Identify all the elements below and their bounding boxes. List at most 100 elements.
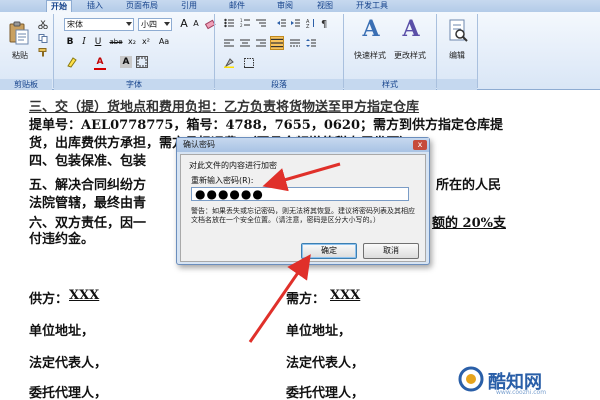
paste-label[interactable]: 粘贴 — [12, 50, 28, 61]
dialog-warning: 警告：如果丢失或忘记密码，则无法将其恢复。建议将密码列表及其相应文档名放在一个安… — [191, 207, 415, 224]
increase-indent-icon[interactable] — [290, 18, 300, 28]
doc-line-5: 五、解决合同纠纷方 — [29, 178, 147, 193]
seller-address-label: 单位地址， — [286, 324, 352, 339]
clipboard-group-label: 剪贴板 — [0, 79, 52, 90]
tab-references[interactable]: 引用 — [176, 0, 202, 12]
shrink-font-button[interactable]: A — [190, 18, 202, 30]
tab-view[interactable]: 视图 — [312, 0, 338, 12]
subscript-button[interactable]: x₂ — [126, 36, 138, 48]
quick-styles-icon: A — [362, 16, 380, 42]
highlighter-icon — [67, 57, 77, 68]
line-spacing-icon[interactable] — [306, 38, 316, 48]
align-justify-icon — [271, 38, 283, 48]
multilevel-list-icon[interactable] — [256, 18, 266, 28]
paragraph-group-label: 段落 — [215, 79, 343, 90]
font-color-swatch — [94, 68, 106, 70]
copy-icon[interactable] — [38, 34, 48, 43]
borders-icon[interactable] — [244, 58, 254, 68]
align-right-icon[interactable] — [256, 38, 266, 48]
styles-group-label: 样式 — [344, 79, 436, 90]
text-effects-button[interactable] — [66, 56, 78, 68]
distributed-icon[interactable] — [290, 38, 300, 48]
superscript-button[interactable]: x² — [140, 36, 152, 48]
tab-home[interactable]: 开始 — [46, 0, 72, 12]
numbered-list-icon[interactable]: 12 — [240, 18, 250, 28]
find-replace-icon[interactable] — [447, 18, 469, 44]
doc-line-court: 法院管辖，最终由青 — [29, 196, 147, 211]
dialog-title: 确认密码 — [177, 138, 429, 152]
doc-fragment-percent: 额的 20%支 — [432, 216, 506, 231]
change-styles-button[interactable]: A — [398, 16, 424, 46]
align-center-icon[interactable] — [240, 38, 250, 48]
seller-label: 需方： — [286, 292, 326, 307]
svg-text:Z: Z — [306, 24, 310, 28]
cancel-button[interactable]: 取消 — [363, 243, 419, 259]
logo-icon — [458, 366, 484, 392]
seller-legal-rep-label: 法定代表人， — [286, 356, 365, 371]
shading-icon[interactable] — [224, 58, 234, 68]
doc-fragment-court: 所在的人民 — [436, 178, 502, 193]
font-color-button[interactable]: A — [94, 56, 106, 68]
decrease-indent-icon[interactable] — [276, 18, 286, 28]
cut-icon[interactable] — [38, 20, 48, 29]
char-border-button[interactable] — [136, 56, 148, 68]
chevron-down-icon — [126, 22, 132, 26]
font-group-label: 字体 — [54, 79, 214, 90]
group-divider — [436, 14, 437, 88]
bullet-list-icon[interactable] — [224, 18, 234, 28]
grow-font-button[interactable]: A — [178, 18, 190, 30]
underline-button[interactable]: U — [92, 36, 104, 48]
close-button[interactable]: x — [413, 140, 427, 150]
change-case-button[interactable]: Aa — [156, 36, 172, 48]
chevron-down-icon — [164, 22, 170, 26]
format-painter-icon[interactable] — [38, 48, 48, 57]
doc-line-penalty: 付违约金。 — [29, 232, 95, 247]
char-shading-button[interactable]: A — [120, 56, 132, 68]
show-marks-icon[interactable]: ¶ — [320, 18, 330, 28]
ok-button[interactable]: 确定 — [301, 243, 357, 259]
paste-icon[interactable] — [8, 20, 30, 46]
quick-styles-label[interactable]: 快速样式 — [354, 50, 386, 61]
sort-icon[interactable]: AZ — [306, 18, 316, 28]
tab-mailings[interactable]: 邮件 — [224, 0, 250, 12]
font-size-value: 小四 — [141, 20, 157, 29]
strikethrough-button[interactable]: abe — [108, 36, 124, 48]
password-input[interactable]: ●●●●●● — [191, 187, 409, 201]
buyer-legal-rep-label: 法定代表人， — [29, 356, 108, 371]
font-name-select[interactable]: 宋体 — [64, 18, 134, 31]
doc-line-3: 三、交（提）货地点和费用负担：乙方负责将货物送至甲方指定仓库 — [29, 100, 420, 115]
buyer-address-label: 单位地址， — [29, 324, 95, 339]
italic-button[interactable]: I — [78, 36, 90, 48]
change-styles-icon: A — [402, 16, 420, 42]
doc-line-bill: 提单号：AEL0778775，箱号：4788，7655，0620；需方到供方指定… — [29, 118, 503, 133]
seller-agent-label: 委托代理人， — [286, 386, 365, 400]
buyer-label: 供方： — [29, 292, 69, 307]
editing-label[interactable]: 编辑 — [449, 50, 465, 61]
tab-page-layout[interactable]: 页面布局 — [120, 0, 164, 12]
buyer-agent-label: 委托代理人， — [29, 386, 108, 400]
seller-value: XXX — [330, 288, 361, 303]
dialog-description: 对此文件的内容进行加密 — [189, 161, 277, 170]
group-divider — [214, 14, 215, 88]
bold-button[interactable]: B — [64, 36, 76, 48]
group-divider — [53, 14, 54, 88]
watermark-url: www.coozhi.com — [496, 389, 547, 396]
ribbon-panel: 粘贴 剪贴板 宋体 小四 A A B I U abe x₂ x² Aa A A … — [0, 12, 600, 90]
password-prompt: 重新输入密码(R): — [191, 176, 254, 185]
doc-line-4: 四、包装保准、包装 — [29, 154, 147, 169]
group-divider — [477, 14, 478, 88]
svg-text:¶: ¶ — [321, 19, 327, 28]
tab-insert[interactable]: 插入 — [82, 0, 108, 12]
dialog-body: 对此文件的内容进行加密 重新输入密码(R): ●●●●●● 警告：如果丢失或忘记… — [180, 154, 426, 262]
tab-developer[interactable]: 开发工具 — [350, 0, 394, 12]
tab-review[interactable]: 审阅 — [272, 0, 298, 12]
svg-text:2: 2 — [240, 23, 243, 28]
font-size-select[interactable]: 小四 — [138, 18, 172, 31]
justify-button[interactable] — [270, 36, 284, 50]
border-icon — [137, 57, 147, 67]
quick-styles-button[interactable]: A — [358, 16, 384, 46]
ribbon-tab-bar: 开始 插入 页面布局 引用 邮件 审阅 视图 开发工具 — [0, 0, 600, 12]
change-styles-label[interactable]: 更改样式 — [394, 50, 426, 61]
buyer-value: XXX — [69, 288, 100, 303]
align-left-icon[interactable] — [224, 38, 234, 48]
